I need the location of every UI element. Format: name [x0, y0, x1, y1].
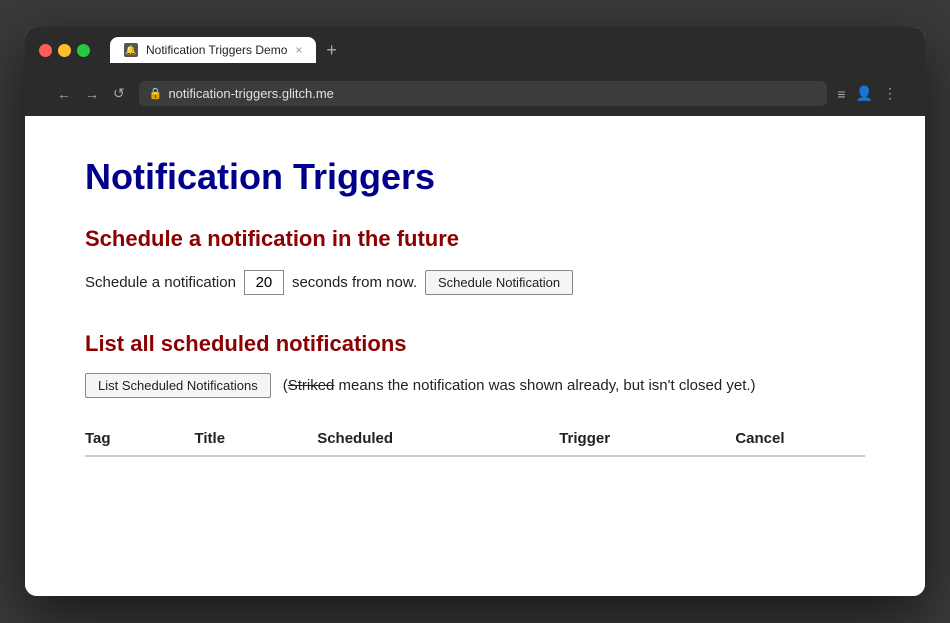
- browser-window: 🔔 Notification Triggers Demo × + ← → ↺ 🔒…: [25, 27, 925, 596]
- tab-favicon: 🔔: [124, 43, 138, 57]
- table-header-row: Tag Title Scheduled Trigger Cancel: [85, 422, 865, 456]
- tab-title: Notification Triggers Demo: [146, 43, 287, 57]
- traffic-lights: [39, 44, 90, 57]
- schedule-notification-button[interactable]: Schedule Notification: [425, 270, 573, 295]
- schedule-input[interactable]: [244, 270, 284, 295]
- tabs-row: 🔔 Notification Triggers Demo × +: [110, 37, 911, 63]
- traffic-light-red[interactable]: [39, 44, 52, 57]
- col-tag: Tag: [85, 422, 194, 456]
- nav-buttons: ← → ↺: [53, 83, 129, 104]
- url-text: notification-triggers.glitch.me: [168, 86, 817, 101]
- list-row: List Scheduled Notifications (Striked me…: [85, 373, 865, 398]
- active-tab[interactable]: 🔔 Notification Triggers Demo ×: [110, 37, 316, 63]
- traffic-light-yellow[interactable]: [58, 44, 71, 57]
- list-scheduled-notifications-button[interactable]: List Scheduled Notifications: [85, 373, 271, 398]
- traffic-light-green[interactable]: [77, 44, 90, 57]
- title-bar-top: 🔔 Notification Triggers Demo × +: [39, 37, 911, 73]
- refresh-button[interactable]: ↺: [109, 83, 129, 104]
- col-title: Title: [194, 422, 317, 456]
- schedule-row: Schedule a notification seconds from now…: [85, 270, 865, 295]
- table-header: Tag Title Scheduled Trigger Cancel: [85, 422, 865, 456]
- url-bar[interactable]: 🔒 notification-triggers.glitch.me: [139, 81, 828, 106]
- page-title: Notification Triggers: [85, 156, 865, 198]
- col-scheduled: Scheduled: [317, 422, 559, 456]
- new-tab-button[interactable]: +: [318, 37, 345, 63]
- note-suffix: means the notification was shown already…: [334, 377, 755, 394]
- profile-button[interactable]: 👤: [856, 85, 873, 102]
- page-content: Notification Triggers Schedule a notific…: [25, 116, 925, 596]
- title-bar: 🔔 Notification Triggers Demo × + ← → ↺ 🔒…: [25, 27, 925, 116]
- url-right-icons: ≡ 👤 ⋮: [837, 85, 897, 102]
- back-button[interactable]: ←: [53, 84, 75, 104]
- tab-close-button[interactable]: ×: [295, 43, 302, 57]
- schedule-section-heading: Schedule a notification in the future: [85, 226, 865, 252]
- list-section-heading: List all scheduled notifications: [85, 331, 865, 357]
- forward-button[interactable]: →: [81, 84, 103, 104]
- striked-note: (Striked means the notification was show…: [283, 377, 756, 394]
- reader-mode-button[interactable]: ≡: [837, 86, 845, 102]
- address-bar: ← → ↺ 🔒 notification-triggers.glitch.me …: [39, 73, 911, 116]
- more-options-button[interactable]: ⋮: [883, 85, 897, 102]
- col-cancel: Cancel: [735, 422, 865, 456]
- schedule-label-after: seconds from now.: [292, 274, 417, 291]
- schedule-label-before: Schedule a notification: [85, 274, 236, 291]
- col-trigger: Trigger: [559, 422, 735, 456]
- lock-icon: 🔒: [149, 87, 163, 100]
- striked-word: Striked: [288, 377, 335, 394]
- notifications-table: Tag Title Scheduled Trigger Cancel: [85, 422, 865, 457]
